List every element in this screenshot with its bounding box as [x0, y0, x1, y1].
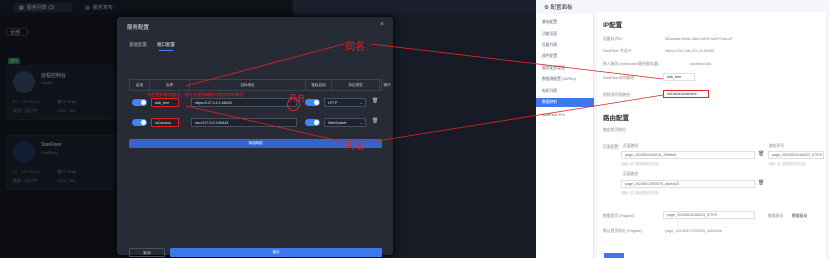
sidebar-item[interactable]: 数据源配置 (10/Pro) [536, 75, 594, 84]
field-label: 页面配置： [603, 145, 622, 149]
auth-toggle[interactable] [305, 99, 320, 106]
external-path-input[interactable]: dab_tree [663, 73, 695, 81]
chevron-down-icon: ⌄ [359, 120, 363, 125]
sidebar-item[interactable]: 插件配置 [536, 52, 594, 61]
table-row: dab_tree https://127.0.0.1:58443 HTTP ⌄ 🗑 [129, 97, 382, 111]
sidebar-item[interactable]: StarRiver Pro [536, 110, 594, 119]
modal-title: 服务配置 [127, 25, 150, 31]
page-order-input[interactable]: page_20240610184023_67979 [768, 151, 824, 159]
enable-toggle[interactable] [132, 119, 147, 126]
cancel-button[interactable]: 取消 [129, 248, 165, 257]
target-input[interactable]: https://127.0.0.1:58443 [191, 98, 297, 107]
mapping-table-header: 启用 名称 目标地址 鉴权启用 协议类型 操作 [129, 79, 391, 91]
column-header: 目标地址 [190, 80, 306, 90]
section-title-ip: IP配置 [603, 22, 623, 29]
field-value: https://192.168.122.32:55445 [665, 49, 715, 53]
field-label: 默认首页地址 (PageId)： [603, 229, 646, 233]
field-label: 页面路径 [623, 172, 639, 176]
field-value: wpdemo458 [690, 62, 711, 66]
video-proxy-input[interactable]: /stCamera/camera [663, 90, 709, 98]
field-label: 设备标识ID： [603, 37, 626, 41]
protocol-value: HTTP [328, 100, 338, 105]
column-header: 启用 [130, 80, 150, 90]
field-label: 数据驱动： [768, 214, 787, 218]
protocol-value: WebSocket [328, 120, 347, 125]
active-tab-indicator [159, 50, 173, 51]
tab-port-config[interactable]: 端口配置 [157, 42, 175, 48]
sidebar-item[interactable]: 电机列表 [536, 87, 594, 96]
field-value: 3f2aadbe-5b6b-48c4-9809-fa2f97abccf7 [665, 37, 733, 41]
input-hint: 请输入您 (模组程序的名称) [768, 162, 807, 166]
close-icon[interactable]: × [380, 21, 384, 28]
enable-toggle[interactable] [132, 99, 147, 106]
input-hint: 请输入您 (模组程序的名称) [621, 191, 660, 195]
column-header: 操作 [383, 82, 391, 87]
field-label: 页面路径 [623, 144, 639, 148]
annotation-note: 先配置好映射路径，路径名是前端接口使用的uri路径 [147, 92, 244, 97]
column-header: 名称 [150, 80, 190, 90]
field-label: 路由序号 [769, 144, 785, 148]
field-label: 路由首页地址： [603, 128, 630, 132]
protocol-select[interactable]: WebSocket ⌄ [324, 118, 366, 127]
target-input[interactable]: ws://127.0.0.1:58443 [191, 118, 297, 127]
save-button[interactable]: 保存 [170, 248, 382, 257]
page-path-input[interactable]: page_20240617000075_a6ebd15 [621, 180, 755, 188]
column-header: 协议类型 [332, 80, 380, 90]
home-page-input[interactable]: page_20240610184023_67979 [663, 211, 755, 219]
section-title-route: 路由配置 [603, 115, 629, 122]
trash-icon[interactable]: 🗑 [372, 98, 378, 104]
field-label: 接入服务 (websocket路径服务器)： [603, 62, 663, 66]
chevron-down-icon: ⌄ [359, 100, 363, 105]
panel-title: 配置面板 [550, 5, 573, 11]
submit-button[interactable] [604, 253, 624, 258]
protocol-select[interactable]: HTTP ⌄ [324, 98, 366, 107]
annotation-circle [287, 98, 300, 111]
field-value: 数据驱动 [792, 214, 808, 218]
annotation-same-name: 同名 [345, 141, 365, 152]
trash-icon[interactable]: 🗑 [758, 151, 764, 157]
sidebar-item[interactable]: 服务配置管理 [536, 64, 594, 73]
field-label: 视频流代理路径： [603, 93, 634, 97]
sidebar-item[interactable]: 设备列表 [536, 41, 594, 50]
table-row: rsCamera ws://127.0.0.1:58443 WebSocket ⌄… [129, 117, 382, 131]
trash-icon[interactable]: 🗑 [372, 118, 378, 124]
sidebar-item-active[interactable]: 数据映射 [536, 98, 594, 107]
tab-basic-config[interactable]: 基础配置 [129, 42, 147, 48]
sidebar-item[interactable]: 功能页面 [536, 30, 594, 39]
name-input[interactable]: dab_tree [151, 98, 179, 107]
sidebar: 基础配置 功能页面 设备列表 插件配置 服务配置管理 数据源配置 (10/Pro… [536, 14, 594, 258]
input-hint: 请输入您 (模组程序的名称) [621, 162, 660, 166]
field-value: page_20240617000045_6d61b0e [665, 229, 723, 233]
sidebar-item[interactable]: 基础配置 [536, 18, 594, 27]
field-label: StarRiver 节点IP： [603, 49, 635, 53]
annotation-same-name: 同名 [345, 42, 365, 53]
trash-icon[interactable]: 🗑 [758, 180, 764, 186]
name-input[interactable]: rsCamera [151, 118, 179, 127]
field-label: StarRiver对外路径： [603, 76, 638, 80]
column-header: 鉴权启用 [306, 80, 332, 90]
field-label: 数据首页 (PageId)： [603, 214, 638, 218]
auth-toggle[interactable] [305, 119, 320, 126]
page-path-input[interactable]: page_2024061016015_789bfe8 [621, 151, 755, 159]
panel-title-bar: ⚙ 配置面板 [544, 3, 572, 11]
